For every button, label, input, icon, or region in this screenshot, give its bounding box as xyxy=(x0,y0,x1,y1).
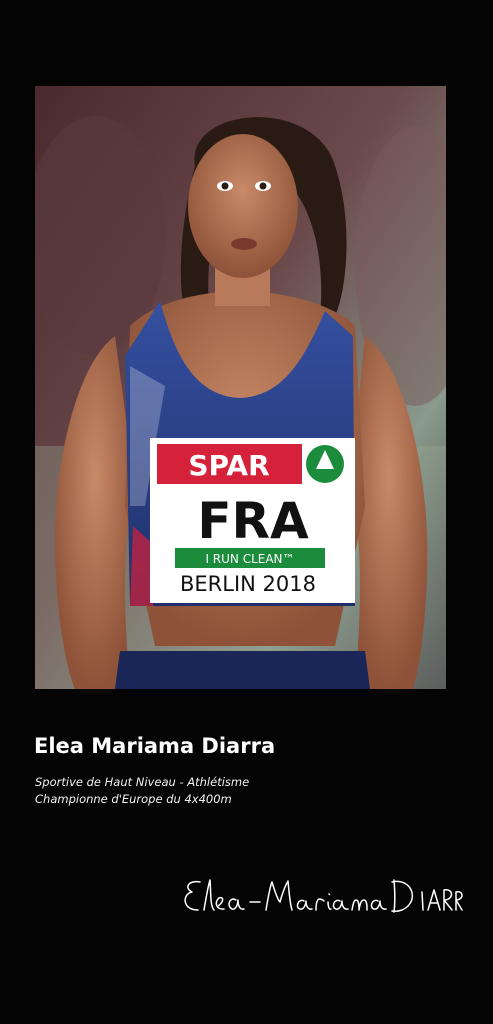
subtitle-line-discipline: Sportive de Haut Niveau - Athlétisme xyxy=(35,775,250,789)
bib-slogan-text: I RUN CLEAN™ xyxy=(205,552,294,566)
athlete-portrait-image: SPAR FRA I RUN CLEAN™ BERLIN 2018 xyxy=(35,86,446,689)
handwritten-signature xyxy=(178,868,468,928)
athlete-subtitle: Sportive de Haut Niveau - Athlétisme Cha… xyxy=(35,774,455,808)
bib-event-text: BERLIN 2018 xyxy=(180,572,316,596)
signature-image xyxy=(184,879,463,913)
subtitle-line-title: Championne d'Europe du 4x400m xyxy=(35,792,232,806)
bib-sponsor-text: SPAR xyxy=(188,449,269,482)
bib-country-text: FRA xyxy=(197,492,309,550)
athlete-photo: SPAR FRA I RUN CLEAN™ BERLIN 2018 xyxy=(35,86,446,689)
athlete-name: Elea Mariama Diarra xyxy=(34,734,276,758)
